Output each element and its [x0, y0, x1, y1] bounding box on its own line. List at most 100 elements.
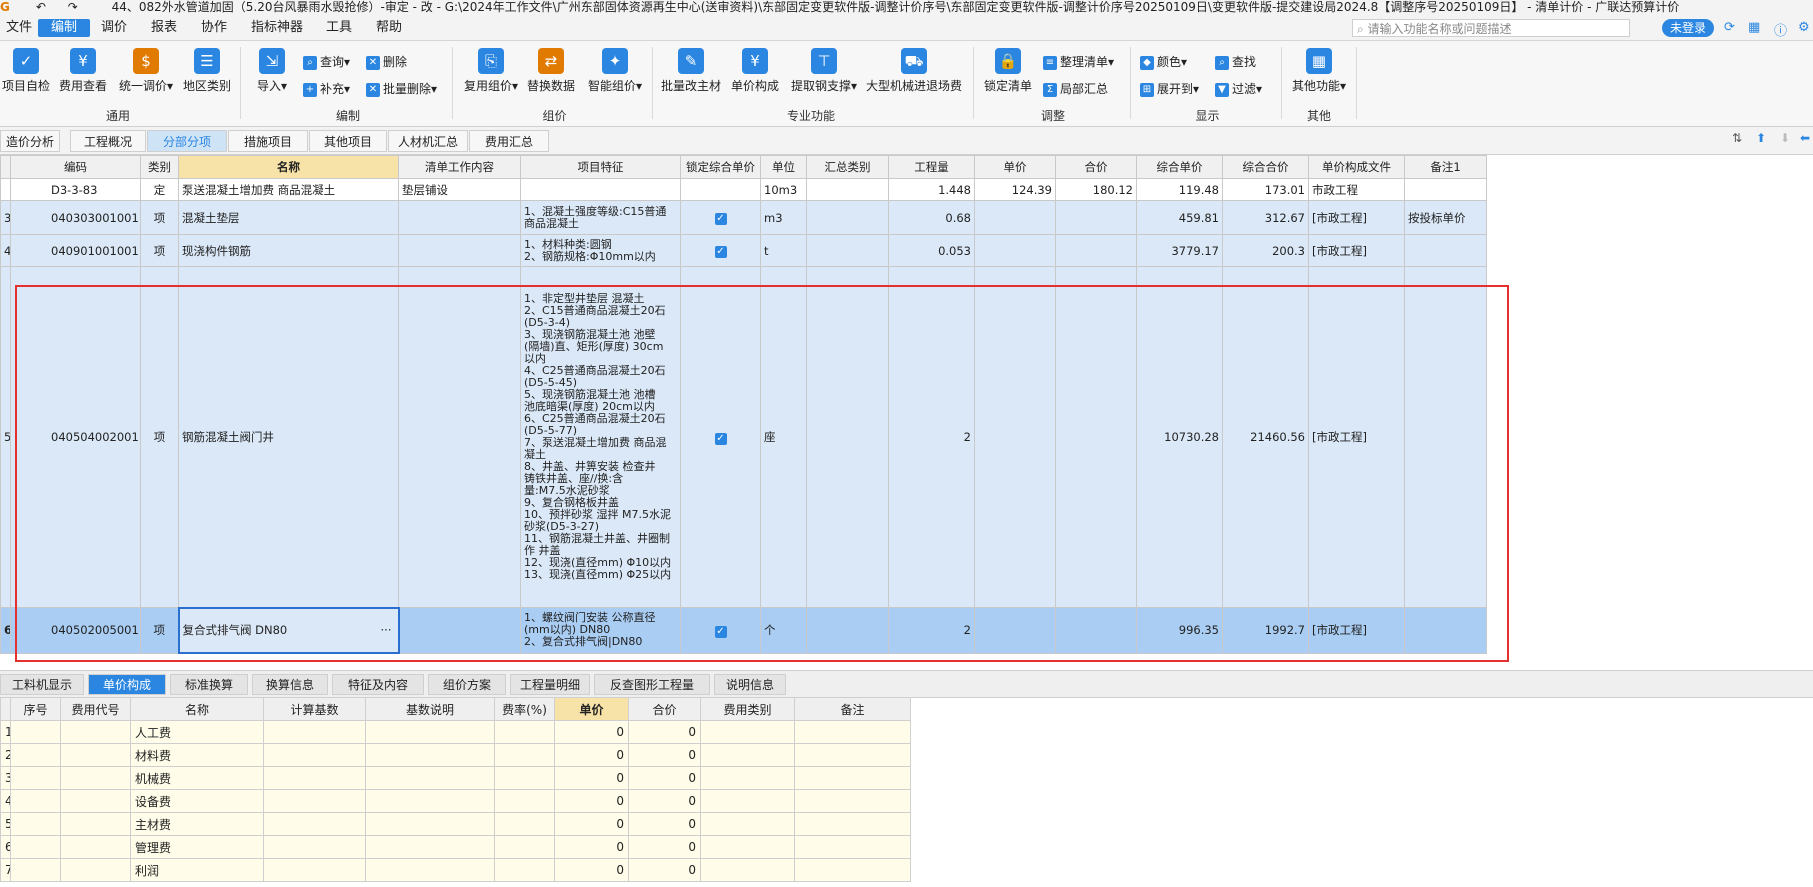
menu-help[interactable]: 帮助: [370, 19, 408, 37]
column-header[interactable]: 汇总类别: [806, 154, 889, 180]
menu-collab[interactable]: 协作: [195, 19, 233, 37]
tab-fee-summary[interactable]: 费用汇总: [469, 130, 549, 152]
column-header[interactable]: 合价: [1055, 154, 1137, 180]
project-check-button[interactable]: ✓ 项目自检: [2, 48, 50, 94]
move-left-icon[interactable]: ⬅: [1800, 131, 1810, 145]
tab-cost-analysis[interactable]: 造价分析: [0, 130, 60, 152]
column-header[interactable]: 清单工作内容: [398, 154, 521, 180]
smart-price-button[interactable]: ✦ 智能组价▾: [585, 48, 645, 94]
column-header[interactable]: 备注1: [1404, 154, 1487, 180]
reuse-price-button[interactable]: ⎘ 复用组价▾: [462, 48, 520, 94]
move-up-icon[interactable]: ⬆: [1756, 131, 1766, 145]
move-down-icon[interactable]: ⬇: [1780, 131, 1790, 145]
column-header[interactable]: 工程量: [888, 154, 975, 180]
unit-comp-button[interactable]: ¥ 单价构成: [730, 48, 780, 94]
btab-quantity-detail[interactable]: 工程量明细: [510, 674, 590, 695]
column-header[interactable]: 单价: [554, 697, 629, 721]
locked-checkbox[interactable]: ✓: [714, 432, 727, 445]
tab-division-items[interactable]: 分部分项: [147, 130, 227, 152]
column-header[interactable]: 综合合价: [1222, 154, 1309, 180]
column-header[interactable]: 费用代号: [60, 697, 131, 721]
lock-list-button[interactable]: 🔒 锁定清单: [983, 48, 1033, 94]
name-cell-editing[interactable]: 复合式排气阀 DN80 ···: [177, 606, 400, 655]
table-row[interactable]: 5 040504002001 项 钢筋混凝土阀门井 1、非定型井垫层 混凝土 2…: [0, 266, 1487, 609]
btab-conversion-info[interactable]: 换算信息: [252, 674, 328, 695]
import-button[interactable]: ⇲ 导入▾: [250, 48, 294, 94]
table-row[interactable]: 3 机械费 00: [0, 766, 911, 790]
column-header[interactable]: 单价: [974, 154, 1056, 180]
column-header[interactable]: 费用类别: [700, 697, 795, 721]
menu-index-tool[interactable]: 指标神器: [245, 19, 309, 37]
column-header[interactable]: 类别: [140, 154, 179, 180]
table-row[interactable]: 3 040303001001 项 混凝土垫层 1、混凝土强度等级:C15普通 商…: [0, 200, 1487, 236]
column-header[interactable]: 锁定综合单价: [680, 154, 761, 180]
sort-icon[interactable]: ⇅: [1732, 131, 1742, 145]
table-row[interactable]: 4 设备费 00: [0, 789, 911, 813]
column-header[interactable]: 基数说明: [365, 697, 495, 721]
menu-file[interactable]: 文件: [0, 19, 38, 37]
menu-report[interactable]: 报表: [145, 19, 183, 37]
find-button[interactable]: ⌕ 查找: [1215, 53, 1256, 71]
search-input[interactable]: ⌕ 请输入功能名称或问题描述: [1352, 19, 1630, 37]
column-header[interactable]: 名称: [178, 154, 399, 180]
big-machine-button[interactable]: ⛟ 大型机械进退场费: [866, 48, 962, 94]
table-row[interactable]: D3-3-83 定 泵送混凝土增加费 商品混凝土 垫层铺设 10m3 1.448…: [0, 178, 1487, 202]
table-row[interactable]: 6 管理费 00: [0, 835, 911, 859]
table-row[interactable]: 2 材料费 00: [0, 743, 911, 767]
column-header[interactable]: 计算基数: [263, 697, 366, 721]
locked-checkbox[interactable]: ✓: [714, 213, 727, 226]
btab-features-content[interactable]: 特征及内容: [332, 674, 424, 695]
column-header[interactable]: 单价构成文件: [1308, 154, 1405, 180]
batch-material-button[interactable]: ✎ 批量改主材: [660, 48, 722, 94]
locked-checkbox[interactable]: ✓: [714, 625, 727, 638]
other-func-button[interactable]: ▦ 其他功能▾: [1288, 48, 1350, 94]
tab-project-overview[interactable]: 工程概况: [70, 130, 146, 152]
btab-labor-material[interactable]: 工料机显示: [0, 674, 84, 695]
btab-standard-conversion[interactable]: 标准换算: [170, 674, 248, 695]
menu-tools[interactable]: 工具: [320, 19, 358, 37]
column-header[interactable]: 合价: [628, 697, 701, 721]
supplement-button[interactable]: + 补充▾: [303, 80, 350, 98]
fee-view-button[interactable]: ¥ 费用查看: [58, 48, 108, 94]
table-row[interactable]: 5 主材费 00: [0, 812, 911, 836]
column-header[interactable]: 费率(%): [494, 697, 555, 721]
table-row[interactable]: 4 040901001001 项 现浇构件钢筋 1、材料种类:圆钢 2、钢筋规格…: [0, 234, 1487, 268]
column-header[interactable]: 项目特征: [520, 154, 681, 180]
settings-icon[interactable]: ⚙: [1798, 20, 1810, 35]
partial-summary-button[interactable]: Σ 局部汇总: [1043, 80, 1108, 98]
filter-button[interactable]: ▼ 过滤▾: [1215, 80, 1262, 98]
extract-steel-button[interactable]: ⊤ 提取钢支撑▾: [788, 48, 860, 94]
more-options-icon[interactable]: ···: [381, 623, 392, 637]
redo-icon[interactable]: ↷: [68, 0, 78, 14]
btab-reverse-check[interactable]: 反查图形工程量: [594, 674, 710, 695]
table-row[interactable]: 1 人工费 00: [0, 720, 911, 744]
tab-other-items[interactable]: 其他项目: [309, 130, 387, 152]
column-header[interactable]: 单位: [760, 154, 807, 180]
delete-button[interactable]: ✕ 删除: [366, 53, 407, 71]
unify-price-button[interactable]: $ 统一调价▾: [116, 48, 176, 94]
refresh-icon[interactable]: ⟳: [1724, 20, 1735, 35]
column-header[interactable]: 综合单价: [1136, 154, 1223, 180]
help-icon[interactable]: ⓘ: [1774, 20, 1787, 39]
expand-to-button[interactable]: ⊞ 展开到▾: [1140, 80, 1199, 98]
btab-pricing-plan[interactable]: 组价方案: [428, 674, 506, 695]
table-row[interactable]: 7 利润 00: [0, 858, 911, 882]
btab-description[interactable]: 说明信息: [714, 674, 786, 695]
login-button[interactable]: 未登录: [1662, 19, 1714, 37]
column-header[interactable]: 序号: [10, 697, 61, 721]
menu-price-adjust[interactable]: 调价: [95, 19, 133, 37]
region-type-button[interactable]: ☰ 地区类别: [182, 48, 232, 94]
grid-menu-icon[interactable]: ▦: [1748, 20, 1760, 35]
replace-data-button[interactable]: ⇄ 替换数据: [526, 48, 576, 94]
column-header[interactable]: 备注: [794, 697, 911, 721]
column-header[interactable]: 编码: [10, 154, 141, 180]
btab-unit-comp[interactable]: 单价构成: [88, 674, 166, 695]
tab-measures[interactable]: 措施项目: [228, 130, 308, 152]
column-header[interactable]: 名称: [130, 697, 264, 721]
table-row-selected[interactable]: 6 040502005001 项 复合式排气阀 DN80 ··· 1、螺纹阀门安…: [0, 606, 1487, 655]
color-button[interactable]: ◆ 颜色▾: [1140, 53, 1187, 71]
tab-labor-material-summary[interactable]: 人材机汇总: [388, 130, 468, 152]
query-button[interactable]: ⌕ 查询▾: [303, 53, 350, 71]
menu-edit[interactable]: 编制: [38, 19, 90, 37]
locked-checkbox[interactable]: ✓: [714, 246, 727, 259]
